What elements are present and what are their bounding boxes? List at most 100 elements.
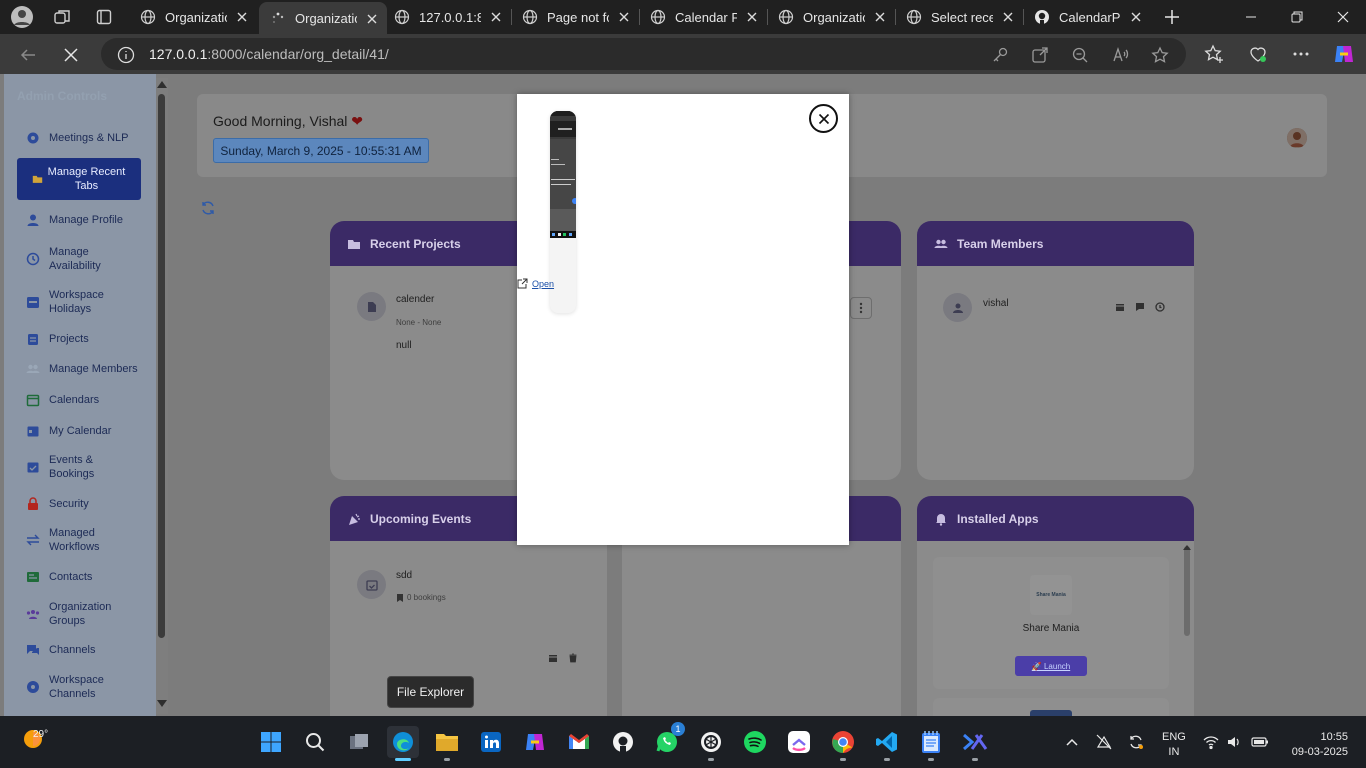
- sidebar-item-my-calendar[interactable]: My Calendar: [26, 424, 111, 438]
- taskbar-copilot[interactable]: [519, 726, 551, 758]
- scroll-down-arrow-icon[interactable]: [157, 700, 167, 707]
- scrollbar-thumb[interactable]: [158, 94, 165, 638]
- calendar-icon: [26, 394, 40, 407]
- search-button[interactable]: [299, 726, 331, 758]
- sidebar-item-meetings-nlp[interactable]: Meetings & NLP: [26, 131, 128, 145]
- tab-6[interactable]: Organization: [767, 0, 895, 34]
- profile-icon[interactable]: [10, 5, 34, 29]
- close-icon[interactable]: [617, 10, 631, 24]
- tab-2[interactable]: Organization: [259, 2, 387, 34]
- zoom-out-icon[interactable]: [1071, 46, 1089, 64]
- task-view-button[interactable]: [343, 726, 375, 758]
- minimize-button[interactable]: [1228, 0, 1274, 34]
- sidebar-heading: Admin Controls: [17, 89, 107, 103]
- tab-3[interactable]: 127.0.0.1:8000: [383, 0, 511, 34]
- project-name[interactable]: calender: [396, 294, 434, 305]
- back-button[interactable]: [15, 42, 41, 68]
- new-tab-button[interactable]: [1160, 5, 1184, 29]
- system-clock[interactable]: 10:55 09-03-2025: [1288, 730, 1348, 760]
- workspaces-icon[interactable]: [50, 5, 74, 29]
- taskbar-notepad[interactable]: [915, 726, 947, 761]
- sidebar-item-manage-profile[interactable]: Manage Profile: [26, 213, 123, 227]
- sidebar-item-managed-workflows[interactable]: Managed Workflows: [26, 526, 109, 554]
- calendar-icon[interactable]: [1115, 302, 1125, 312]
- tab-8[interactable]: CalendarPlu: [1023, 0, 1151, 34]
- sidebar-item-channels[interactable]: Channels: [26, 643, 95, 657]
- taskbar-chatgpt[interactable]: [695, 726, 727, 761]
- battery-icon[interactable]: [1251, 734, 1269, 750]
- event-name[interactable]: sdd: [396, 570, 412, 581]
- refresh-icon[interactable]: [200, 200, 216, 216]
- taskbar-file-explorer[interactable]: [431, 726, 463, 761]
- tab-actions-icon[interactable]: [92, 5, 116, 29]
- message-icon[interactable]: [1135, 302, 1145, 312]
- close-icon[interactable]: [235, 10, 249, 24]
- tab-4[interactable]: Page not fou: [511, 0, 639, 34]
- close-icon[interactable]: [489, 10, 503, 24]
- app-tile: [933, 698, 1169, 716]
- stop-loading-button[interactable]: [58, 42, 84, 68]
- sidebar-item-contacts[interactable]: Contacts: [26, 570, 92, 584]
- favorite-star-icon[interactable]: [1151, 46, 1169, 64]
- taskbar-edge[interactable]: [387, 726, 419, 761]
- sidebar-item-workspace-holidays[interactable]: Workspace Holidays: [26, 288, 109, 316]
- avatar[interactable]: [1287, 128, 1307, 148]
- trash-icon[interactable]: [568, 653, 578, 663]
- sidebar-item-calendars[interactable]: Calendars: [26, 393, 99, 407]
- sidebar-item-manage-members[interactable]: Manage Members: [26, 362, 138, 376]
- taskbar-chrome[interactable]: [827, 726, 859, 761]
- url-bar[interactable]: 127.0.0.1:8000/calendar/org_detail/41/: [101, 38, 1186, 70]
- browser-essentials-icon[interactable]: [1248, 44, 1268, 64]
- close-icon[interactable]: [745, 10, 759, 24]
- favorites-icon[interactable]: [1204, 44, 1224, 64]
- sidebar-item-manage-availability[interactable]: Manage Availability: [26, 245, 109, 273]
- tab-7[interactable]: Select recen: [895, 0, 1023, 34]
- open-in-app-icon[interactable]: [1031, 46, 1049, 64]
- modal-close-button[interactable]: [809, 104, 838, 133]
- scroll-up-arrow-icon[interactable]: [157, 81, 167, 88]
- close-icon[interactable]: [1001, 10, 1015, 24]
- start-button[interactable]: [255, 726, 287, 758]
- taskbar-vscode[interactable]: [871, 726, 903, 761]
- clock-icon[interactable]: [1155, 302, 1165, 312]
- sidebar-item-security[interactable]: Security: [26, 497, 89, 511]
- taskbar-linkedin[interactable]: [475, 726, 507, 758]
- copilot-icon[interactable]: [1332, 42, 1356, 66]
- sidebar-item-organization-groups[interactable]: Organization Groups: [26, 600, 115, 628]
- launch-button[interactable]: 🚀 Launch: [1015, 656, 1087, 676]
- taskbar-github[interactable]: [607, 726, 639, 758]
- sync-icon[interactable]: [1128, 734, 1144, 750]
- close-icon[interactable]: [365, 12, 379, 26]
- sidebar-item-manage-recent-tabs[interactable]: Manage Recent Tabs: [17, 158, 141, 200]
- key-icon[interactable]: [991, 46, 1009, 64]
- read-aloud-icon[interactable]: [1111, 46, 1129, 64]
- restore-button[interactable]: [1274, 0, 1320, 34]
- tab-5[interactable]: Calendar Plu: [639, 0, 767, 34]
- close-icon[interactable]: [1129, 10, 1143, 24]
- volume-icon[interactable]: [1226, 734, 1242, 750]
- more-options-icon[interactable]: [1291, 44, 1311, 64]
- sidebar-item-projects[interactable]: Projects: [26, 332, 89, 346]
- language-indicator[interactable]: ENG IN: [1162, 730, 1186, 760]
- sidebar-scrollbar[interactable]: [156, 78, 168, 714]
- taskbar-gmail[interactable]: [563, 726, 595, 758]
- close-window-button[interactable]: [1320, 0, 1366, 34]
- network-disconnected-icon[interactable]: [1096, 734, 1112, 750]
- sidebar-item-workspace-channels[interactable]: Workspace Channels: [26, 673, 109, 701]
- wifi-icon[interactable]: [1203, 734, 1219, 750]
- open-link[interactable]: Open: [517, 278, 554, 289]
- tab-1[interactable]: Organization: [129, 0, 257, 34]
- info-icon[interactable]: [117, 46, 135, 64]
- group-icon: [26, 610, 40, 619]
- chevron-up-icon[interactable]: [1064, 734, 1080, 750]
- more-options-button[interactable]: [850, 297, 872, 319]
- close-icon[interactable]: [873, 10, 887, 24]
- sidebar-item-events-bookings[interactable]: Events & Bookings: [26, 453, 99, 481]
- calendar-icon[interactable]: [548, 653, 558, 663]
- taskbar-spotify[interactable]: [739, 726, 771, 758]
- apps-scrollbar[interactable]: [1184, 546, 1190, 636]
- taskbar-app-extra[interactable]: [959, 726, 991, 761]
- taskbar-clickup[interactable]: [783, 726, 815, 758]
- scroll-up-arrow-icon[interactable]: [1183, 545, 1191, 550]
- taskbar-whatsapp[interactable]: 1: [651, 722, 685, 758]
